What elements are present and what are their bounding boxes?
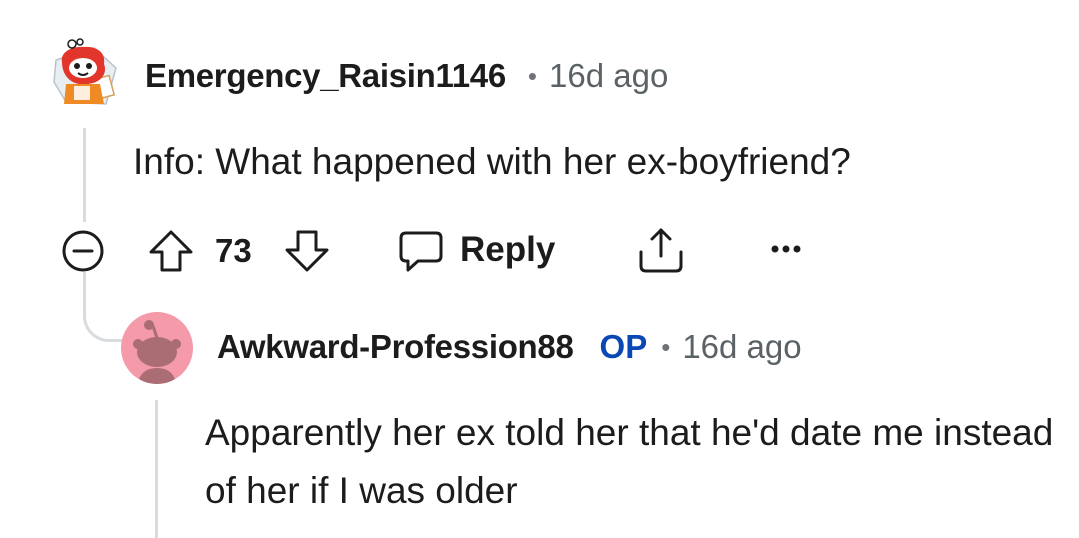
username[interactable]: Emergency_Raisin1146 (145, 57, 506, 95)
reply-button[interactable]: Reply (396, 222, 555, 278)
upvote-arrow-icon (149, 230, 193, 272)
collapse-minus-icon (62, 230, 104, 272)
more-options-button[interactable] (766, 234, 806, 264)
thread-line[interactable] (83, 128, 86, 222)
avatar[interactable] (50, 38, 120, 108)
reply-header: Awkward-Profession88 OP • 16d ago (217, 325, 802, 369)
downvote-arrow-icon (285, 230, 329, 272)
vote-score: 73 (215, 232, 252, 269)
avatar[interactable] (121, 312, 193, 384)
comment-action-bar: 73 Reply (60, 222, 820, 278)
reply-label: Reply (460, 230, 556, 269)
thread-connector (83, 300, 123, 342)
more-dots-icon (771, 245, 801, 253)
comment-body: Info: What happened with her ex-boyfrien… (133, 141, 851, 182)
comment-thread: Emergency_Raisin1146 • 16d ago Info: Wha… (0, 0, 1079, 538)
timestamp: 16d ago (682, 328, 802, 365)
speech-bubble-icon (399, 231, 443, 272)
upvote-button[interactable] (146, 226, 196, 276)
timestamp: 16d ago (549, 57, 669, 94)
snoo-avatar-icon (121, 312, 193, 384)
op-badge: OP (599, 328, 648, 365)
separator-dot: • (661, 331, 671, 362)
share-button[interactable] (634, 224, 688, 278)
reply-thread-line[interactable] (155, 400, 158, 538)
reply-body: Apparently her ex told her that he'd dat… (205, 412, 1054, 511)
share-icon (639, 228, 683, 273)
username[interactable]: Awkward-Profession88 (217, 328, 574, 366)
collapse-button[interactable] (60, 228, 106, 274)
downvote-button[interactable] (282, 226, 332, 276)
comment-header: Emergency_Raisin1146 • 16d ago (145, 54, 668, 98)
snoo-avatar-icon (53, 38, 117, 105)
separator-dot: • (527, 60, 538, 91)
